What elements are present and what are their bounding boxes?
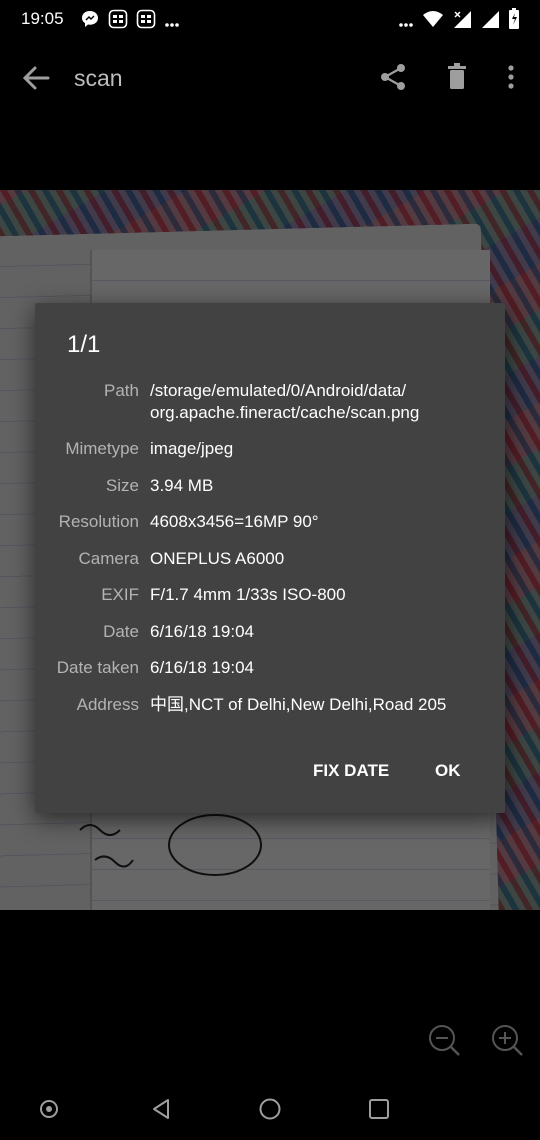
- zoom-in-icon[interactable]: [490, 1023, 524, 1057]
- status-time: 19:05: [21, 9, 64, 28]
- notification-icon: [136, 9, 156, 34]
- detail-label: Path: [104, 381, 139, 400]
- status-system-icons: [398, 8, 520, 35]
- app-toolbar: scan: [0, 40, 540, 116]
- share-icon[interactable]: [377, 61, 409, 93]
- status-notification-icons: [80, 9, 180, 34]
- navigation-bar: [0, 1080, 540, 1140]
- back-arrow-icon[interactable]: [18, 60, 54, 96]
- detail-value: /storage/emulated/0/Android/data/ org.ap…: [150, 381, 420, 422]
- detail-value: 4608x3456=16MP 90°: [150, 512, 319, 531]
- detail-label: Date: [103, 622, 139, 641]
- fix-date-button[interactable]: FIX DATE: [313, 761, 389, 781]
- details-dialog: 1/1 Path /storage/emulated/0/Android/dat…: [35, 303, 505, 813]
- delete-icon[interactable]: [441, 61, 473, 93]
- detail-label: Size: [105, 476, 139, 495]
- detail-value: image/jpeg: [150, 439, 234, 458]
- more-vert-icon[interactable]: [498, 61, 524, 93]
- detail-label: Camera: [78, 549, 139, 568]
- back-icon[interactable]: [148, 1096, 174, 1122]
- wifi-icon: [422, 9, 444, 34]
- detail-label: EXIF: [101, 585, 139, 604]
- toolbar-title: scan: [74, 65, 123, 91]
- dialog-title: 1/1: [67, 331, 101, 358]
- detail-value: F/1.7 4mm 1/33s ISO-800: [150, 585, 346, 604]
- battery-icon: [508, 8, 520, 35]
- status-bar: 19:05: [0, 0, 540, 40]
- dialog-actions: FIX DATE OK: [35, 761, 505, 791]
- recents-icon[interactable]: [366, 1096, 392, 1122]
- notification-icon: [108, 9, 128, 34]
- screen: 19:05 scan 1/1 Path /storage/emulated/0/…: [0, 0, 540, 1140]
- ok-button[interactable]: OK: [435, 761, 461, 781]
- assistant-icon[interactable]: [36, 1096, 62, 1122]
- detail-value: 中国,NCT of Delhi,New Delhi,Road 205: [150, 695, 447, 714]
- home-icon[interactable]: [257, 1096, 283, 1122]
- detail-label: Address: [76, 695, 139, 714]
- messenger-chat-icon: [80, 9, 100, 34]
- detail-value: 6/16/18 19:04: [150, 622, 254, 641]
- more-icon: [398, 9, 414, 34]
- detail-label: Resolution: [58, 512, 139, 531]
- detail-label: Mimetype: [65, 439, 139, 458]
- signal-icon: [452, 9, 472, 34]
- detail-label: Date taken: [56, 658, 139, 677]
- zoom-out-icon[interactable]: [427, 1023, 461, 1057]
- detail-value: ONEPLUS A6000: [150, 549, 285, 568]
- more-notifications-icon: [164, 9, 180, 34]
- signal-icon: [480, 9, 500, 34]
- detail-value: 3.94 MB: [150, 476, 214, 495]
- detail-value: 6/16/18 19:04: [150, 658, 254, 677]
